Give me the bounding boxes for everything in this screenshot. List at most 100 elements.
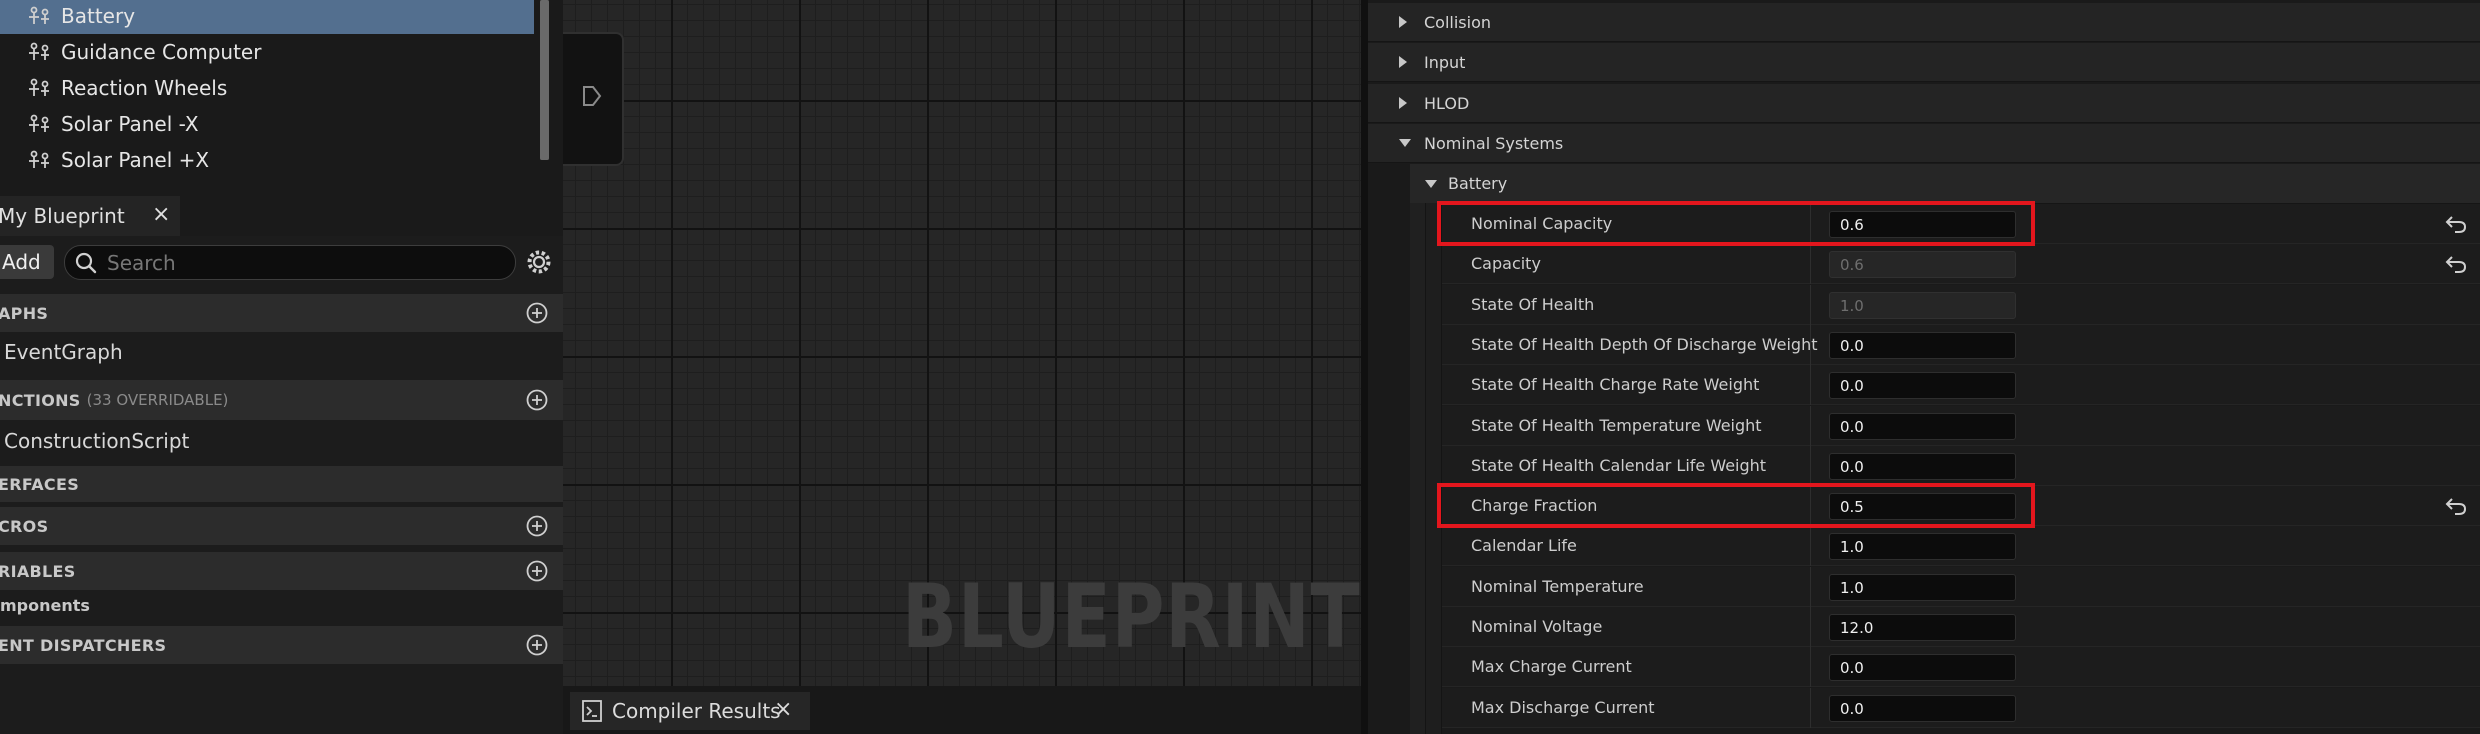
section-title: CROS — [0, 516, 49, 536]
column-divider[interactable] — [1810, 285, 1811, 325]
event-graph-item[interactable]: EventGraph — [4, 340, 123, 364]
components-scrollbar-thumb[interactable] — [540, 0, 549, 160]
section-variables[interactable]: RIABLES — [0, 552, 563, 590]
gear-icon[interactable] — [524, 247, 554, 277]
tab-compiler-results[interactable]: Compiler Results × — [570, 692, 810, 730]
property-row-nominal-temperature: Nominal Temperature — [1442, 567, 2480, 607]
property-row-max-discharge-current: Max Discharge Current — [1442, 688, 2480, 728]
construction-script-item[interactable]: ConstructionScript — [4, 429, 189, 453]
add-button[interactable]: Add — [0, 245, 54, 279]
exec-pin-icon[interactable] — [581, 84, 603, 108]
close-icon[interactable]: × — [774, 697, 792, 722]
component-icon — [27, 150, 53, 170]
property-name: Capacity — [1471, 254, 1541, 273]
property-name: Nominal Capacity — [1471, 214, 1613, 233]
column-divider[interactable] — [1810, 526, 1811, 566]
close-icon[interactable]: × — [152, 202, 170, 227]
column-divider[interactable] — [1810, 607, 1811, 647]
property-row-nominal-voltage: Nominal Voltage — [1442, 607, 2480, 647]
category-label: Input — [1424, 52, 1466, 72]
property-value-state-of-health-depth-of-discharge-weight[interactable] — [1829, 332, 2016, 359]
caret-right-icon — [1399, 97, 1407, 109]
component-icon — [27, 6, 53, 26]
property-value-charge-fraction[interactable] — [1829, 493, 2016, 520]
property-name: State Of Health Depth Of Discharge Weigh… — [1471, 335, 1818, 354]
reset-to-default-icon[interactable] — [2445, 496, 2467, 516]
indent-guide — [1426, 203, 1442, 734]
property-value-state-of-health-calendar-life-weight[interactable] — [1829, 453, 2016, 480]
property-name: Nominal Voltage — [1471, 617, 1603, 636]
column-divider[interactable] — [1810, 244, 1811, 284]
section-title: ERFACES — [0, 474, 80, 494]
graph-node[interactable] — [563, 32, 624, 166]
search-icon — [75, 252, 97, 274]
blueprint-watermark: BLUEPRINT — [902, 565, 1361, 668]
component-icon — [27, 114, 53, 134]
add-icon[interactable] — [525, 514, 549, 538]
column-divider[interactable] — [1810, 406, 1811, 446]
column-divider[interactable] — [1810, 365, 1811, 405]
add-icon[interactable] — [525, 559, 549, 583]
property-value-nominal-temperature[interactable] — [1829, 574, 2016, 601]
caret-down-icon — [1399, 139, 1411, 147]
column-divider[interactable] — [1810, 446, 1811, 486]
components-category[interactable]: mponents — [0, 596, 90, 615]
category-hlod[interactable]: HLOD — [1368, 84, 2480, 123]
component-row-reaction-wheels[interactable]: Reaction Wheels — [0, 70, 534, 106]
component-label: Solar Panel -X — [61, 112, 199, 136]
search-box — [64, 245, 516, 280]
column-divider[interactable] — [1810, 204, 1811, 244]
property-name: State Of Health Calendar Life Weight — [1471, 456, 1767, 475]
category-collision[interactable]: Collision — [1368, 3, 2480, 42]
tab-my-blueprint[interactable]: My Blueprint × — [0, 196, 180, 236]
subcategory-battery[interactable]: Battery — [1410, 164, 2480, 204]
section-event-dispatchers[interactable]: ENT DISPATCHERS — [0, 626, 563, 664]
caret-right-icon — [1399, 56, 1407, 68]
property-value-calendar-life[interactable] — [1829, 533, 2016, 560]
component-row-solar-panel-minus-x[interactable]: Solar Panel -X — [0, 106, 534, 142]
component-label: Reaction Wheels — [61, 76, 228, 100]
tab-label: My Blueprint — [0, 204, 125, 228]
column-divider[interactable] — [1810, 567, 1811, 607]
section-interfaces[interactable]: ERFACES — [0, 466, 563, 502]
property-value-max-charge-current[interactable] — [1829, 654, 2016, 681]
section-title: ENT DISPATCHERS — [0, 635, 167, 655]
section-graphs[interactable]: APHS — [0, 294, 563, 332]
property-row-state-of-health-temperature-weight: State Of Health Temperature Weight — [1442, 406, 2480, 446]
property-value-state-of-health-charge-rate-weight[interactable] — [1829, 372, 2016, 399]
component-row-solar-panel-plus-x[interactable]: Solar Panel +X — [0, 142, 534, 178]
component-row-battery[interactable]: Battery — [0, 0, 534, 34]
category-nominal-systems[interactable]: Nominal Systems — [1368, 124, 2480, 163]
property-row-calendar-life: Calendar Life — [1442, 526, 2480, 566]
property-row-state-of-health-depth-of-discharge-weight: State Of Health Depth Of Discharge Weigh… — [1442, 325, 2480, 365]
add-icon[interactable] — [525, 633, 549, 657]
add-icon[interactable] — [525, 388, 549, 412]
property-row-charge-fraction: Charge Fraction — [1442, 486, 2480, 526]
property-value-max-discharge-current[interactable] — [1829, 695, 2016, 722]
section-functions[interactable]: NCTIONS (33 OVERRIDABLE) — [0, 380, 563, 420]
column-divider[interactable] — [1810, 647, 1811, 687]
property-name: State Of Health Temperature Weight — [1471, 416, 1762, 435]
reset-to-default-icon[interactable] — [2445, 214, 2467, 234]
section-macros[interactable]: CROS — [0, 507, 563, 545]
component-label: Guidance Computer — [61, 40, 262, 64]
category-label: Nominal Systems — [1424, 133, 1564, 153]
caret-right-icon — [1399, 16, 1407, 28]
tab-label: Compiler Results — [612, 699, 781, 723]
compiler-results-icon — [582, 700, 602, 722]
property-name: Max Discharge Current — [1471, 698, 1655, 717]
add-icon[interactable] — [525, 301, 549, 325]
search-input[interactable] — [105, 248, 505, 277]
section-title: RIABLES — [0, 561, 76, 581]
property-value-nominal-capacity[interactable] — [1829, 211, 2016, 238]
components-tree: Battery Guidance Computer Reaction Wheel… — [0, 0, 540, 178]
reset-to-default-icon[interactable] — [2445, 254, 2467, 274]
property-value-state-of-health-temperature-weight[interactable] — [1829, 413, 2016, 440]
column-divider[interactable] — [1810, 486, 1811, 526]
property-value-nominal-voltage[interactable] — [1829, 614, 2016, 641]
column-divider[interactable] — [1810, 688, 1811, 728]
component-row-guidance-computer[interactable]: Guidance Computer — [0, 34, 534, 70]
category-input[interactable]: Input — [1368, 43, 2480, 82]
column-divider[interactable] — [1810, 325, 1811, 365]
caret-down-icon — [1425, 179, 1437, 188]
